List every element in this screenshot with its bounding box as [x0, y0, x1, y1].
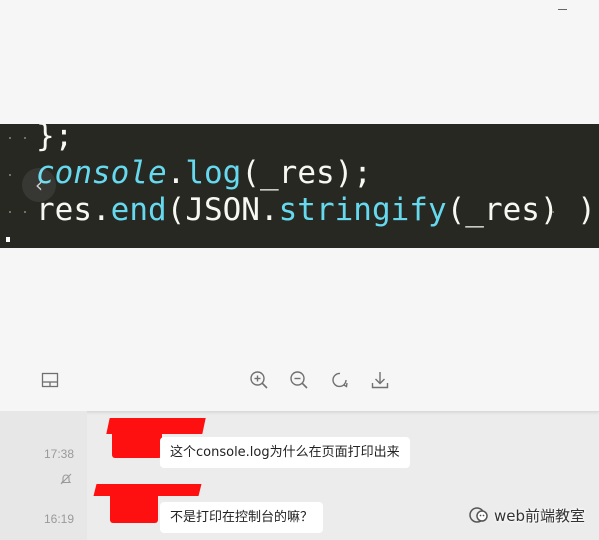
redaction-mark: [112, 430, 162, 458]
download-icon[interactable]: [369, 369, 391, 391]
code-text: };: [36, 118, 74, 154]
indent-guide: [9, 211, 11, 213]
minimize-icon[interactable]: [558, 9, 567, 10]
indent-guide: [24, 137, 26, 139]
code-line-1: };: [36, 118, 73, 154]
chat-message-bubble[interactable]: 不是打印在控制台的嘛？: [160, 502, 324, 533]
indent-guide: [24, 211, 26, 213]
watermark-text: web前端教室: [494, 506, 586, 525]
rotate-icon[interactable]: [329, 369, 351, 391]
message-timestamp: 17:38: [44, 447, 75, 461]
code-token-end: end: [110, 192, 167, 228]
zoom-out-icon[interactable]: [288, 369, 310, 391]
prev-arrow-glyph: ‹: [35, 173, 43, 197]
watermark: web前端教室: [468, 503, 585, 527]
indent-guide: [9, 174, 11, 176]
code-token-json: (JSON.: [166, 192, 279, 228]
muted-bell-icon: [60, 473, 72, 485]
chevron-left-icon[interactable]: ‹: [22, 168, 56, 202]
code-token-log: log: [185, 155, 242, 191]
thumbnail-icon[interactable]: [39, 369, 61, 391]
wechat-official-account-logo: [469, 507, 488, 523]
code-token-stringify: stringify: [278, 192, 447, 228]
indent-guide: [9, 137, 11, 139]
code-line-2: console.log(_res);: [36, 155, 372, 191]
code-token-dot: .: [166, 155, 186, 191]
redaction-mark: [110, 492, 158, 523]
code-token-args: (_res);: [241, 155, 372, 191]
indent-guide: [552, 211, 554, 213]
cursor-mark: [6, 237, 10, 242]
code-line-3: res.end(JSON.stringify(_res) ): [36, 192, 596, 228]
chat-message-bubble[interactable]: 这个console.log为什么在页面打印出来: [160, 437, 410, 468]
zoom-in-icon[interactable]: [248, 369, 270, 391]
message-timestamp: 16:19: [44, 512, 75, 526]
code-token-args2: (_res) ): [446, 192, 596, 228]
